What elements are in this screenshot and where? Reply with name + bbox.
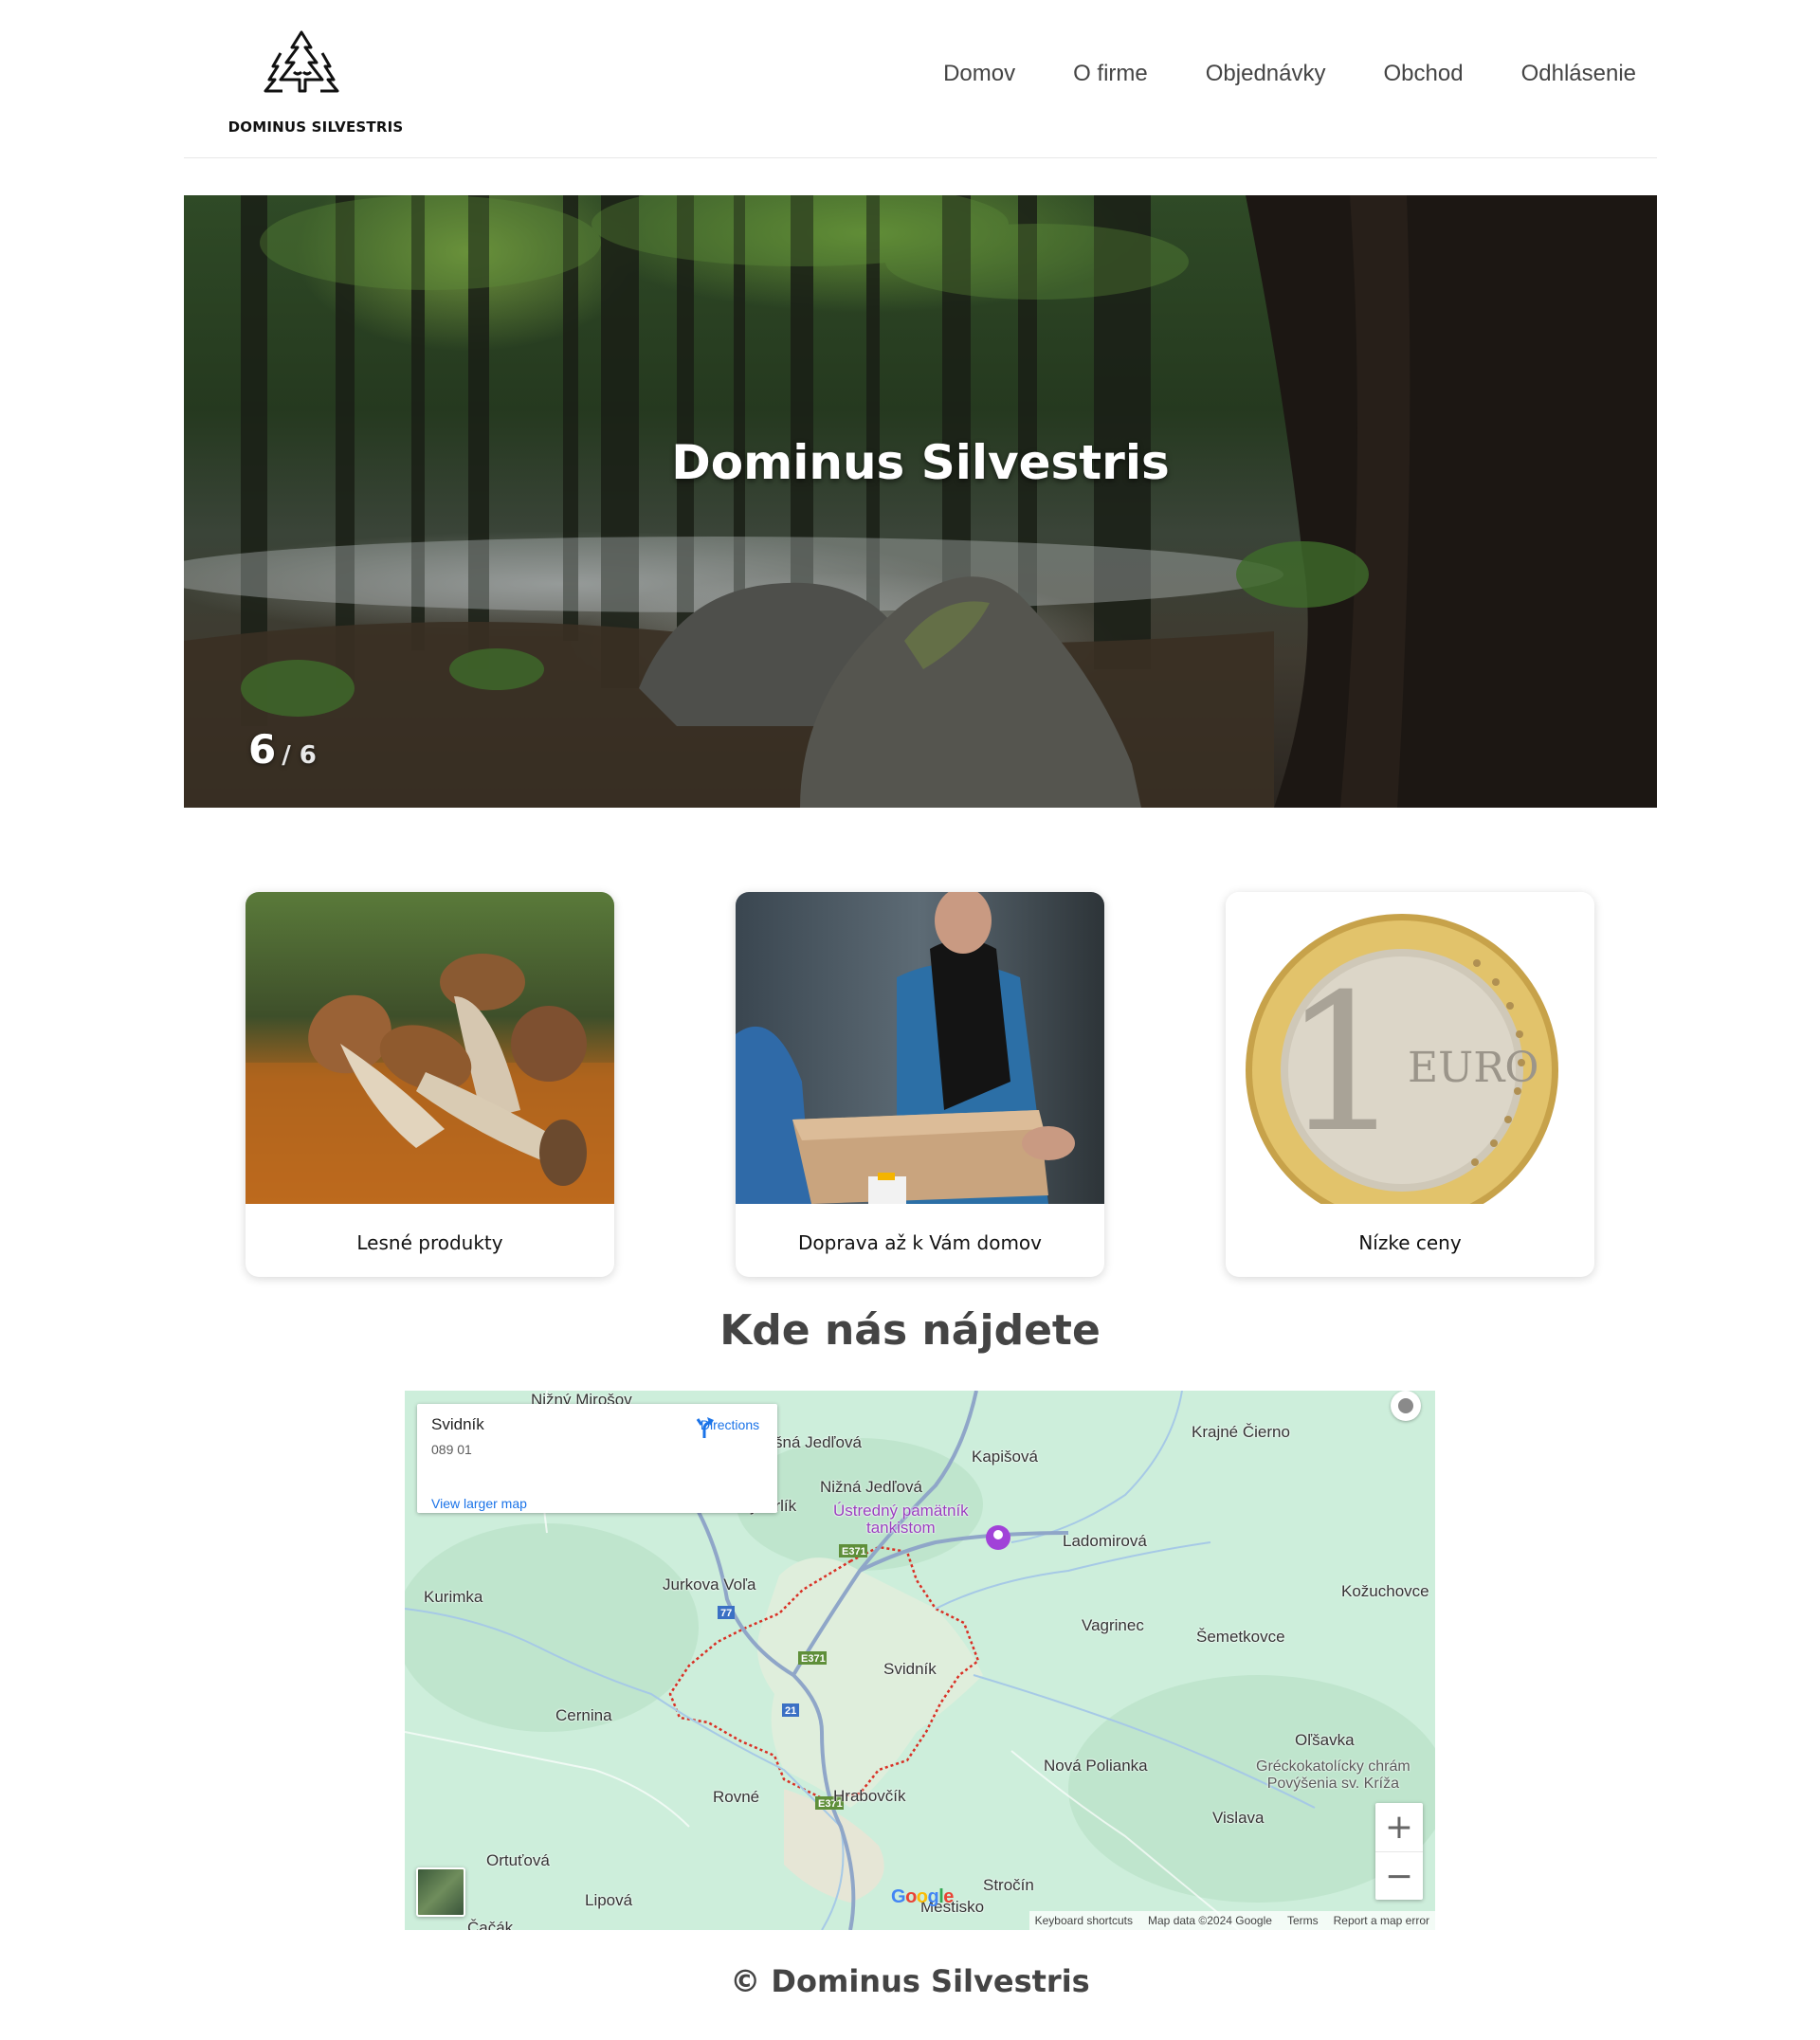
map-label: Čačák (467, 1919, 514, 1930)
svg-text:1: 1 (1283, 954, 1403, 1175)
map-church-label[interactable]: Gréckokatolícky chrám Povýšenia sv. Kríž… (1256, 1758, 1410, 1793)
pine-trees-icon (264, 30, 339, 93)
map-label: Oľšavka (1295, 1731, 1355, 1749)
map-label: Stročín (983, 1876, 1034, 1894)
report-map-error-link[interactable]: Report a map error (1334, 1914, 1429, 1927)
svg-text:EURO: EURO (1408, 1044, 1538, 1092)
site-footer: © Dominus Silvestris (730, 1963, 1090, 1999)
keyboard-shortcuts-link[interactable]: Keyboard shortcuts (1035, 1914, 1133, 1927)
feature-caption: Lesné produkty (356, 1231, 503, 1254)
map-poi-label[interactable]: Ústredný pamätník tankistom (833, 1503, 969, 1537)
feature-card-delivery[interactable]: Doprava až k Vám domov (736, 892, 1104, 1277)
directions-icon (696, 1417, 714, 1438)
map-label: Jurkova Voľa (663, 1576, 756, 1594)
map-data-credit: Map data ©2024 Google (1148, 1914, 1272, 1927)
google-map[interactable]: E371 77 E371 21 E371 Nižný Mirošov šná J… (405, 1391, 1435, 1930)
zoom-in-button[interactable]: + (1375, 1803, 1423, 1851)
view-larger-map-link[interactable]: View larger map (431, 1496, 527, 1511)
svg-text:77: 77 (720, 1608, 732, 1619)
map-label: Kožuchovce (1341, 1582, 1429, 1600)
map-label: Cernina (555, 1706, 612, 1724)
map-section-title: Kde nás nájdete (719, 1306, 1101, 1355)
porcini-mushrooms-photo (246, 892, 614, 1204)
main-nav: Domov O firme Objednávky Obchod Odhlásen… (943, 61, 1636, 87)
one-euro-coin-photo: 1 EURO (1226, 892, 1594, 1204)
nav-orders[interactable]: Objednávky (1206, 61, 1326, 87)
svg-text:E371: E371 (842, 1546, 866, 1557)
feature-card-low-prices[interactable]: 1 EURO Nízke ceny (1226, 892, 1594, 1277)
map-label: Hrabovčík (833, 1787, 906, 1805)
map-label: šná Jedľová (774, 1433, 862, 1451)
feature-card-forest-products[interactable]: Lesné produkty (246, 892, 614, 1277)
slide-counter: 6/ 6 (248, 726, 317, 773)
feature-caption: Doprava až k Vám domov (797, 1231, 1043, 1254)
map-label: Svidník (883, 1660, 937, 1678)
site-logo[interactable]: DOMINUS SILVESTRIS (226, 28, 406, 137)
street-view-pegman-icon[interactable] (1391, 1391, 1421, 1421)
feature-caption: Nízke ceny (1358, 1231, 1462, 1254)
parcel-delivery-photo (736, 892, 1104, 1204)
map-label: Nová Polianka (1044, 1757, 1148, 1775)
map-label: Šemetkovce (1196, 1628, 1285, 1646)
hero-slider[interactable]: Dominus Silvestris 6/ 6 (184, 195, 1657, 808)
map-label: Kapišová (972, 1448, 1038, 1466)
slide-current: 6 (248, 726, 277, 773)
nav-about[interactable]: O firme (1073, 61, 1148, 87)
zoom-out-button[interactable]: − (1375, 1851, 1423, 1900)
forest-scene-image (184, 195, 1657, 808)
directions-button[interactable]: Directions (692, 1415, 768, 1438)
map-label: Ortuťová (486, 1851, 550, 1869)
map-label: Kurimka (424, 1588, 483, 1606)
map-label: Vislava (1212, 1809, 1265, 1827)
map-label: Ladomirová (1063, 1532, 1147, 1550)
map-zoom-control: + − (1375, 1803, 1423, 1900)
map-place-zip: 089 01 (431, 1442, 472, 1457)
nav-home[interactable]: Domov (943, 61, 1015, 87)
satellite-layer-button[interactable] (416, 1867, 465, 1917)
svg-text:21: 21 (785, 1705, 796, 1717)
nav-logout[interactable]: Odhlásenie (1521, 61, 1636, 87)
logo-text: DOMINUS SILVESTRIS (228, 118, 404, 136)
map-info-card: Svidník 089 01 View larger map Direction… (417, 1404, 777, 1513)
hero-title: Dominus Silvestris (671, 435, 1170, 490)
nav-shop[interactable]: Obchod (1384, 61, 1464, 87)
map-attribution-bar: Keyboard shortcuts Map data ©2024 Google… (1028, 1911, 1435, 1930)
svg-text:E371: E371 (801, 1653, 826, 1665)
map-label: Nižná Jedľová (820, 1478, 922, 1496)
site-header: DOMINUS SILVESTRIS Domov O firme Objedná… (184, 0, 1657, 158)
map-label: Krajné Čierno (1192, 1423, 1290, 1441)
terms-link[interactable]: Terms (1287, 1914, 1319, 1927)
slide-total: / 6 (282, 741, 317, 770)
map-label: Vagrinec (1082, 1616, 1144, 1634)
google-logo[interactable]: Google (891, 1886, 954, 1908)
map-label: Lipová (585, 1891, 633, 1909)
map-place-name: Svidník (431, 1415, 484, 1433)
map-label: Rovné (713, 1788, 760, 1806)
